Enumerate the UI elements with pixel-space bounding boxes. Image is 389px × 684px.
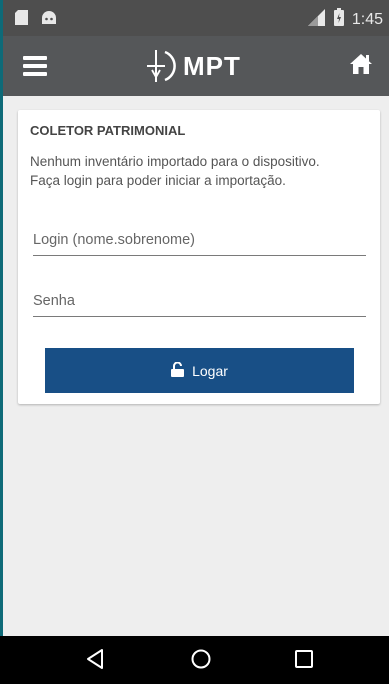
- card-message: Nenhum inventário importado para o dispo…: [30, 152, 375, 190]
- signal-icon: [306, 8, 326, 31]
- login-card: COLETOR PATRIMONIAL Nenhum inventário im…: [18, 110, 380, 404]
- card-title: COLETOR PATRIMONIAL: [30, 123, 186, 138]
- login-input[interactable]: [33, 225, 366, 255]
- password-field-wrapper: [33, 286, 366, 317]
- battery-icon: [333, 8, 344, 31]
- login-button[interactable]: Logar: [45, 348, 354, 393]
- home-circle-icon[interactable]: [190, 648, 212, 675]
- message-line-1: Nenhum inventário importado para o dispo…: [30, 154, 320, 169]
- sd-card-icon: [15, 10, 28, 30]
- navigation-bar: [0, 636, 389, 684]
- login-field-wrapper: [33, 225, 366, 256]
- password-input[interactable]: [33, 286, 366, 316]
- message-line-2: Faça login para poder iniciar a importaç…: [30, 173, 286, 188]
- unlock-icon: [171, 361, 185, 380]
- app-logo: MPT: [141, 48, 241, 84]
- hamburger-menu-icon[interactable]: [23, 56, 47, 76]
- recents-icon[interactable]: [294, 648, 314, 675]
- home-icon[interactable]: [349, 53, 373, 80]
- app-bar: MPT: [3, 36, 389, 96]
- mpt-emblem-icon: [147, 50, 176, 82]
- login-button-label: Logar: [192, 362, 228, 379]
- frame-edge: [0, 0, 3, 684]
- back-icon[interactable]: [85, 648, 105, 675]
- status-time: 1:45: [351, 10, 383, 28]
- logo-text: MPT: [183, 50, 241, 81]
- status-bar: 1:45: [3, 0, 389, 36]
- android-icon: [42, 11, 56, 29]
